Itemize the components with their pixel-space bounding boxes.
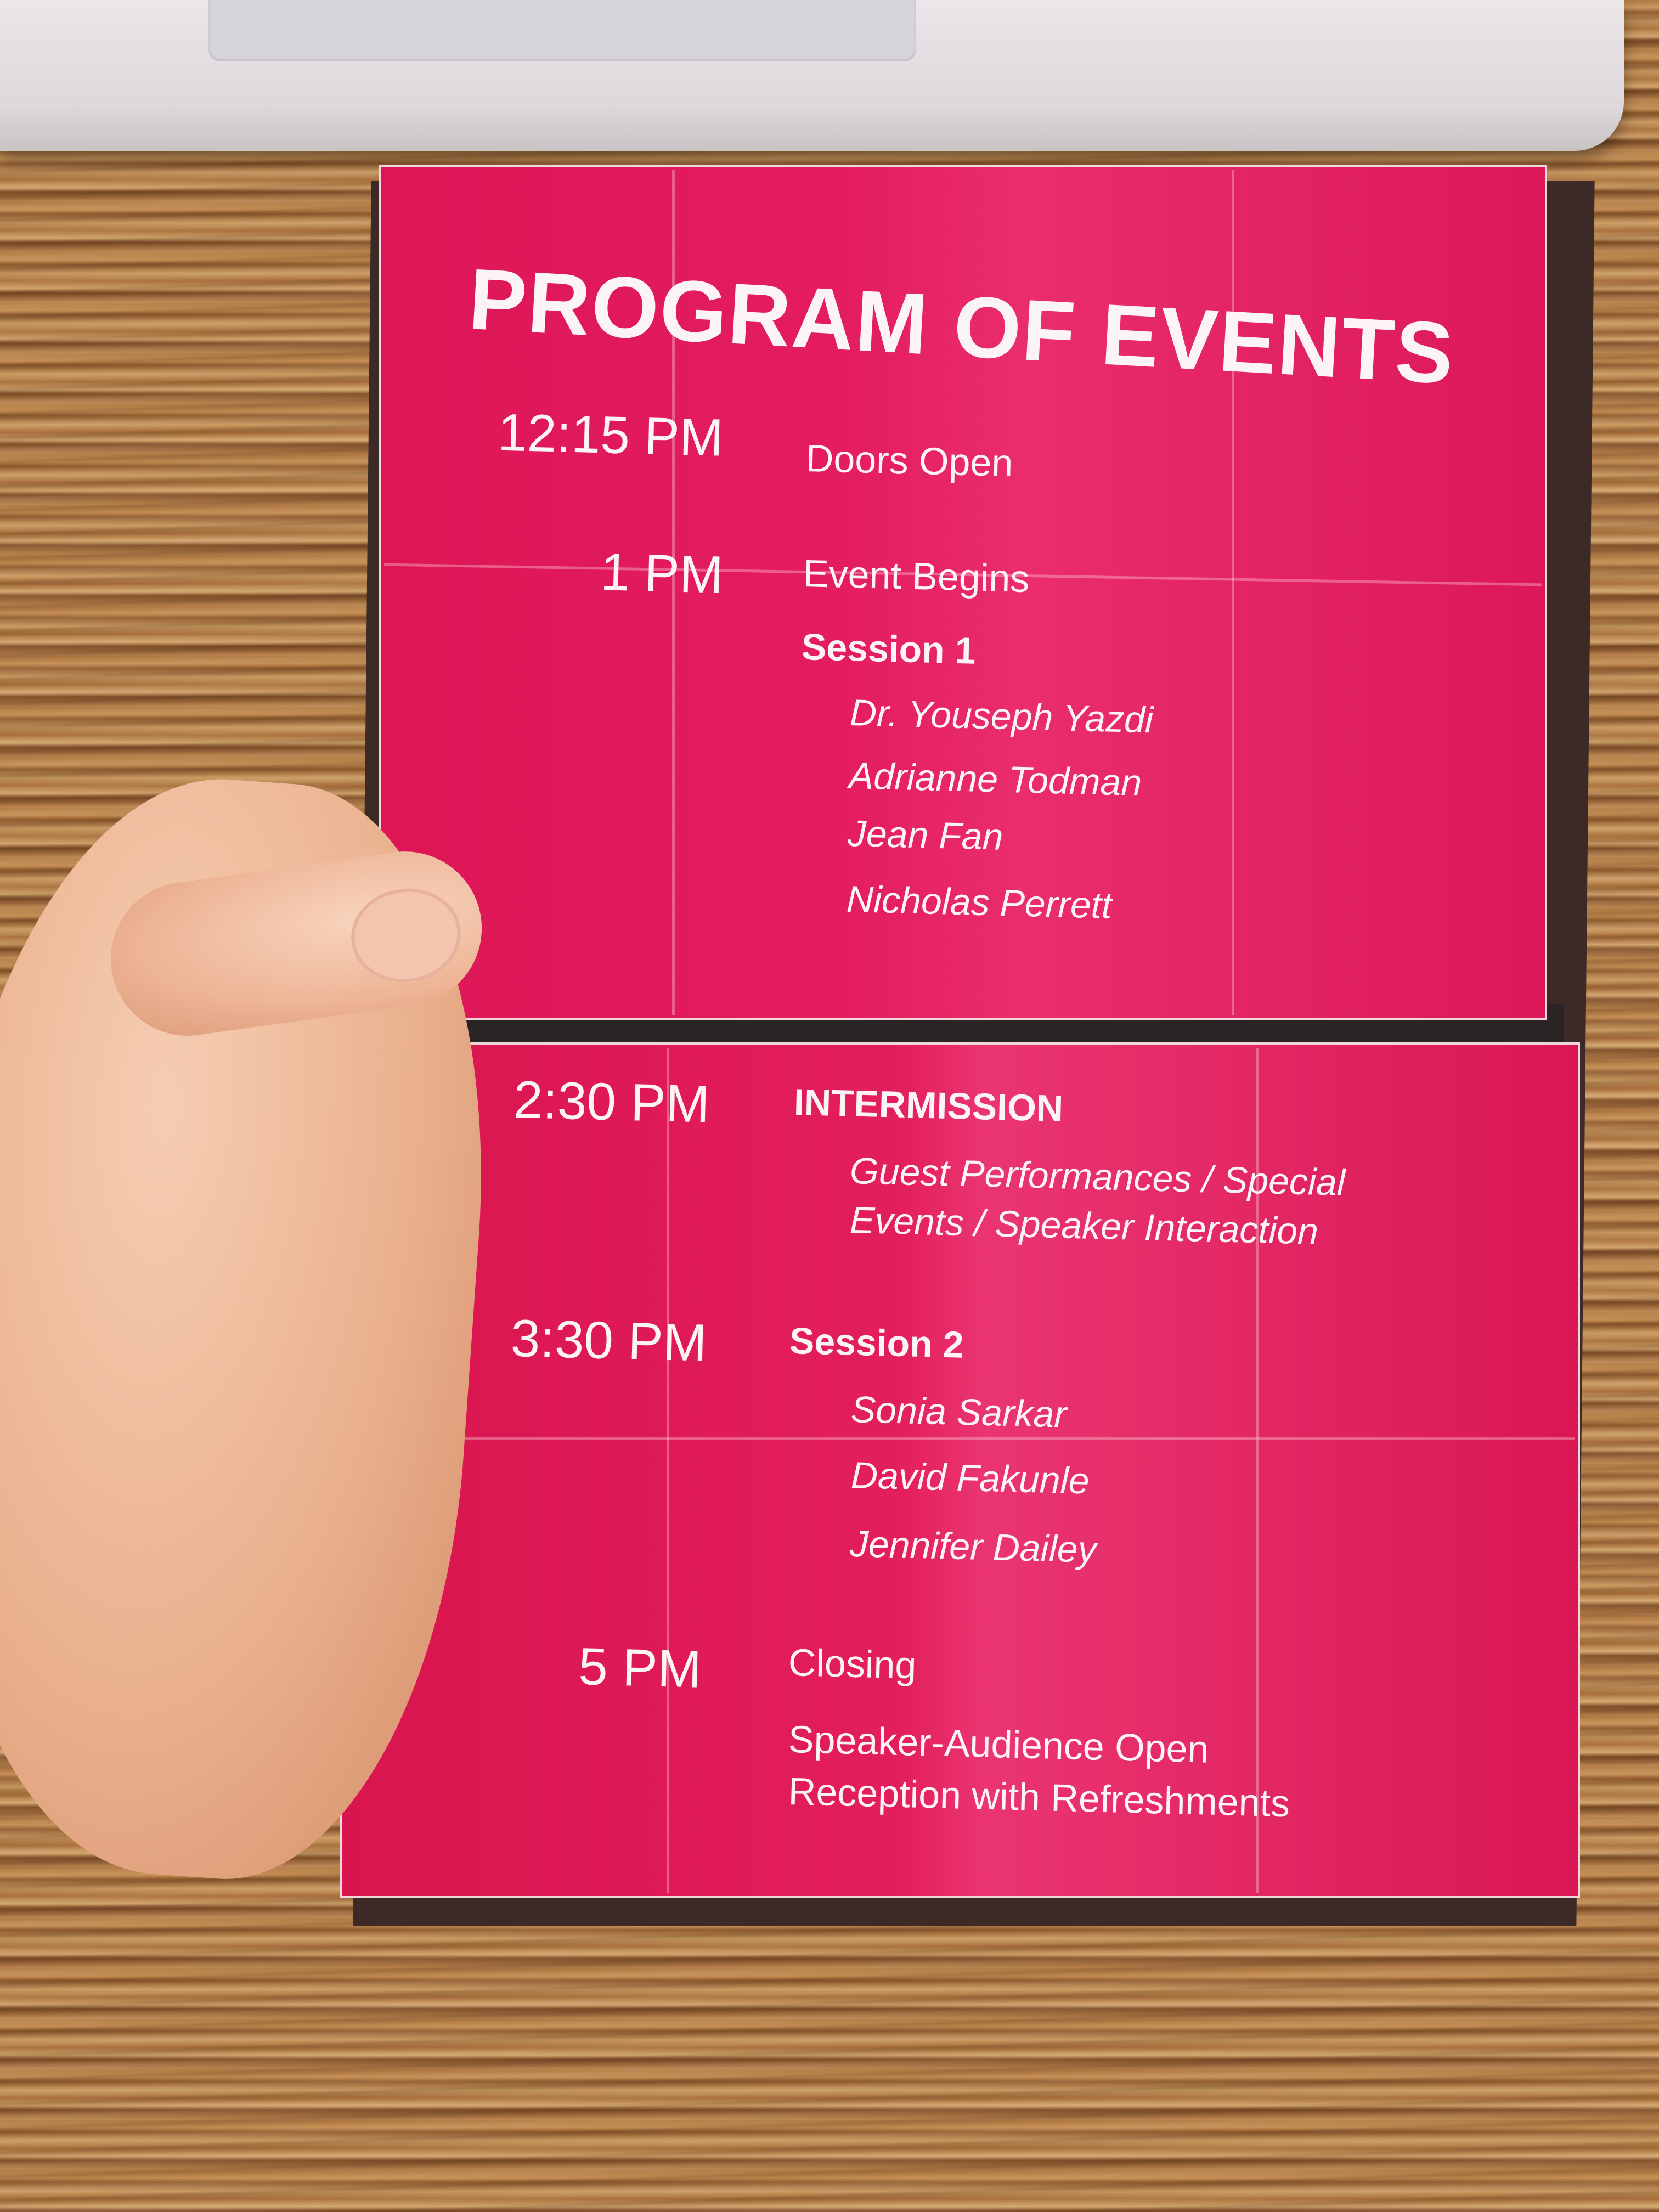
session-2-label: Session 2	[789, 1319, 964, 1366]
event-begins: Event Begins	[803, 551, 1030, 601]
speaker-name: Jennifer Dailey	[849, 1522, 1097, 1571]
time-closing: 5 PM	[578, 1637, 702, 1699]
fold-crease	[667, 1048, 669, 1893]
intermission-label: INTERMISSION	[793, 1081, 1064, 1130]
time-event-begins: 1 PM	[600, 543, 724, 605]
speaker-name: David Fakunle	[850, 1454, 1090, 1502]
speaker-name: Nicholas Perrett	[846, 878, 1113, 927]
time-doors-open: 12:15 PM	[497, 403, 724, 467]
event-closing: Closing	[788, 1640, 917, 1687]
speaker-name: Adrianne Todman	[848, 754, 1143, 804]
speaker-name: Jean Fan	[847, 812, 1004, 858]
laptop-edge	[0, 0, 1624, 151]
event-doors-open: Doors Open	[805, 436, 1014, 485]
speaker-name: Sonia Sarkar	[850, 1388, 1067, 1436]
speaker-name: Dr. Youseph Yazdi	[849, 691, 1154, 741]
laptop-trackpad	[208, 0, 916, 61]
fold-crease	[346, 1437, 1575, 1440]
session-1-label: Session 1	[801, 625, 977, 672]
